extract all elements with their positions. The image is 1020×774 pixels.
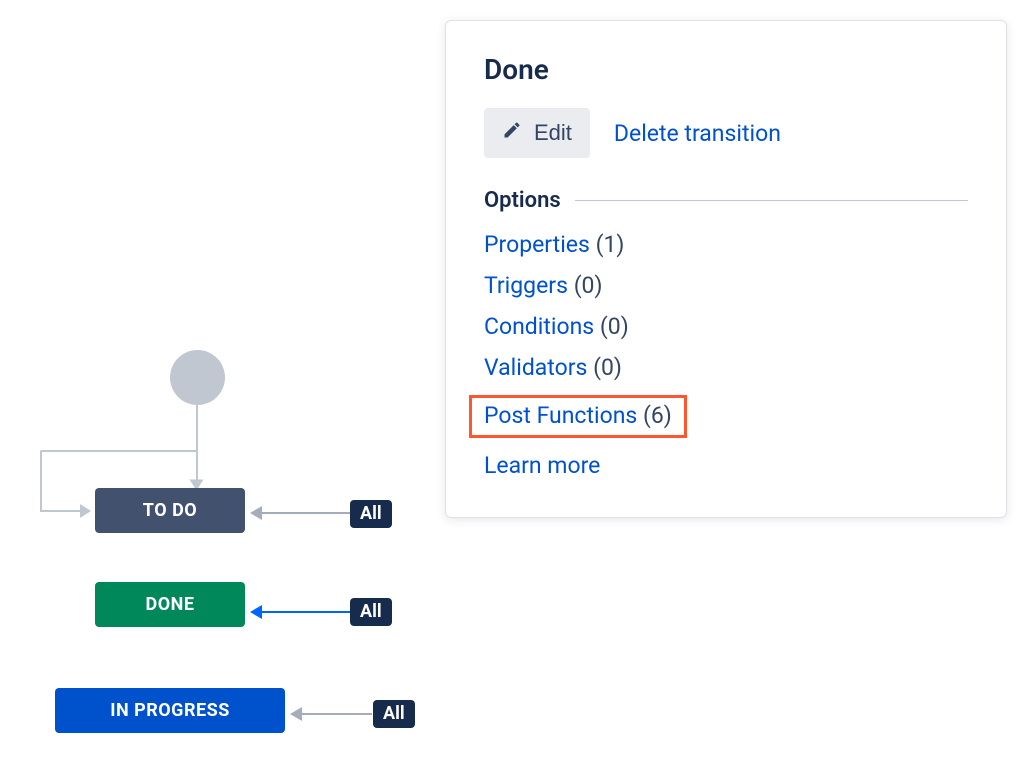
- connector-selected: [262, 611, 350, 613]
- connector: [262, 512, 350, 514]
- panel-title: Done: [484, 53, 968, 86]
- all-badge[interactable]: All: [350, 500, 392, 528]
- connector: [302, 713, 372, 715]
- status-done[interactable]: DONE: [95, 582, 245, 627]
- all-badge[interactable]: All: [373, 700, 415, 728]
- arrow-icon: [250, 506, 262, 520]
- option-link: Post Functions: [484, 402, 637, 429]
- option-validators[interactable]: Validators (0): [484, 354, 968, 381]
- status-inprogress[interactable]: IN PROGRESS: [55, 688, 285, 733]
- options-label: Options: [484, 188, 561, 213]
- option-count: (0): [574, 272, 603, 299]
- arrow-icon: [290, 707, 302, 721]
- learn-more-link[interactable]: Learn more: [484, 452, 600, 479]
- arrow-icon: [250, 605, 262, 619]
- option-link: Validators: [484, 354, 587, 381]
- option-count: (0): [600, 313, 629, 340]
- option-post-functions[interactable]: Post Functions (6): [469, 395, 687, 438]
- option-link: Conditions: [484, 313, 594, 340]
- arrow-icon: [80, 504, 91, 518]
- panel-actions: Edit Delete transition: [484, 108, 968, 158]
- connector: [40, 450, 42, 510]
- pencil-icon: [502, 120, 522, 146]
- option-link: Triggers: [484, 272, 568, 299]
- connector: [40, 510, 80, 512]
- connector: [40, 450, 196, 452]
- status-label: DONE: [146, 594, 195, 615]
- edit-label: Edit: [534, 120, 572, 146]
- status-todo[interactable]: TO DO: [95, 488, 245, 533]
- all-badge[interactable]: All: [350, 598, 392, 626]
- option-link: Properties: [484, 231, 590, 258]
- option-count: (1): [596, 231, 625, 258]
- delete-transition-link[interactable]: Delete transition: [614, 120, 781, 147]
- start-node[interactable]: [170, 350, 225, 405]
- option-triggers[interactable]: Triggers (0): [484, 272, 968, 299]
- divider: [575, 200, 968, 201]
- edit-button[interactable]: Edit: [484, 108, 590, 158]
- options-header: Options: [484, 188, 968, 213]
- status-label: IN PROGRESS: [110, 700, 230, 721]
- option-conditions[interactable]: Conditions (0): [484, 313, 968, 340]
- option-properties[interactable]: Properties (1): [484, 231, 968, 258]
- status-label: TO DO: [143, 500, 197, 521]
- transition-panel: Done Edit Delete transition Options Prop…: [445, 20, 1007, 518]
- option-count: (6): [643, 402, 672, 429]
- option-count: (0): [593, 354, 622, 381]
